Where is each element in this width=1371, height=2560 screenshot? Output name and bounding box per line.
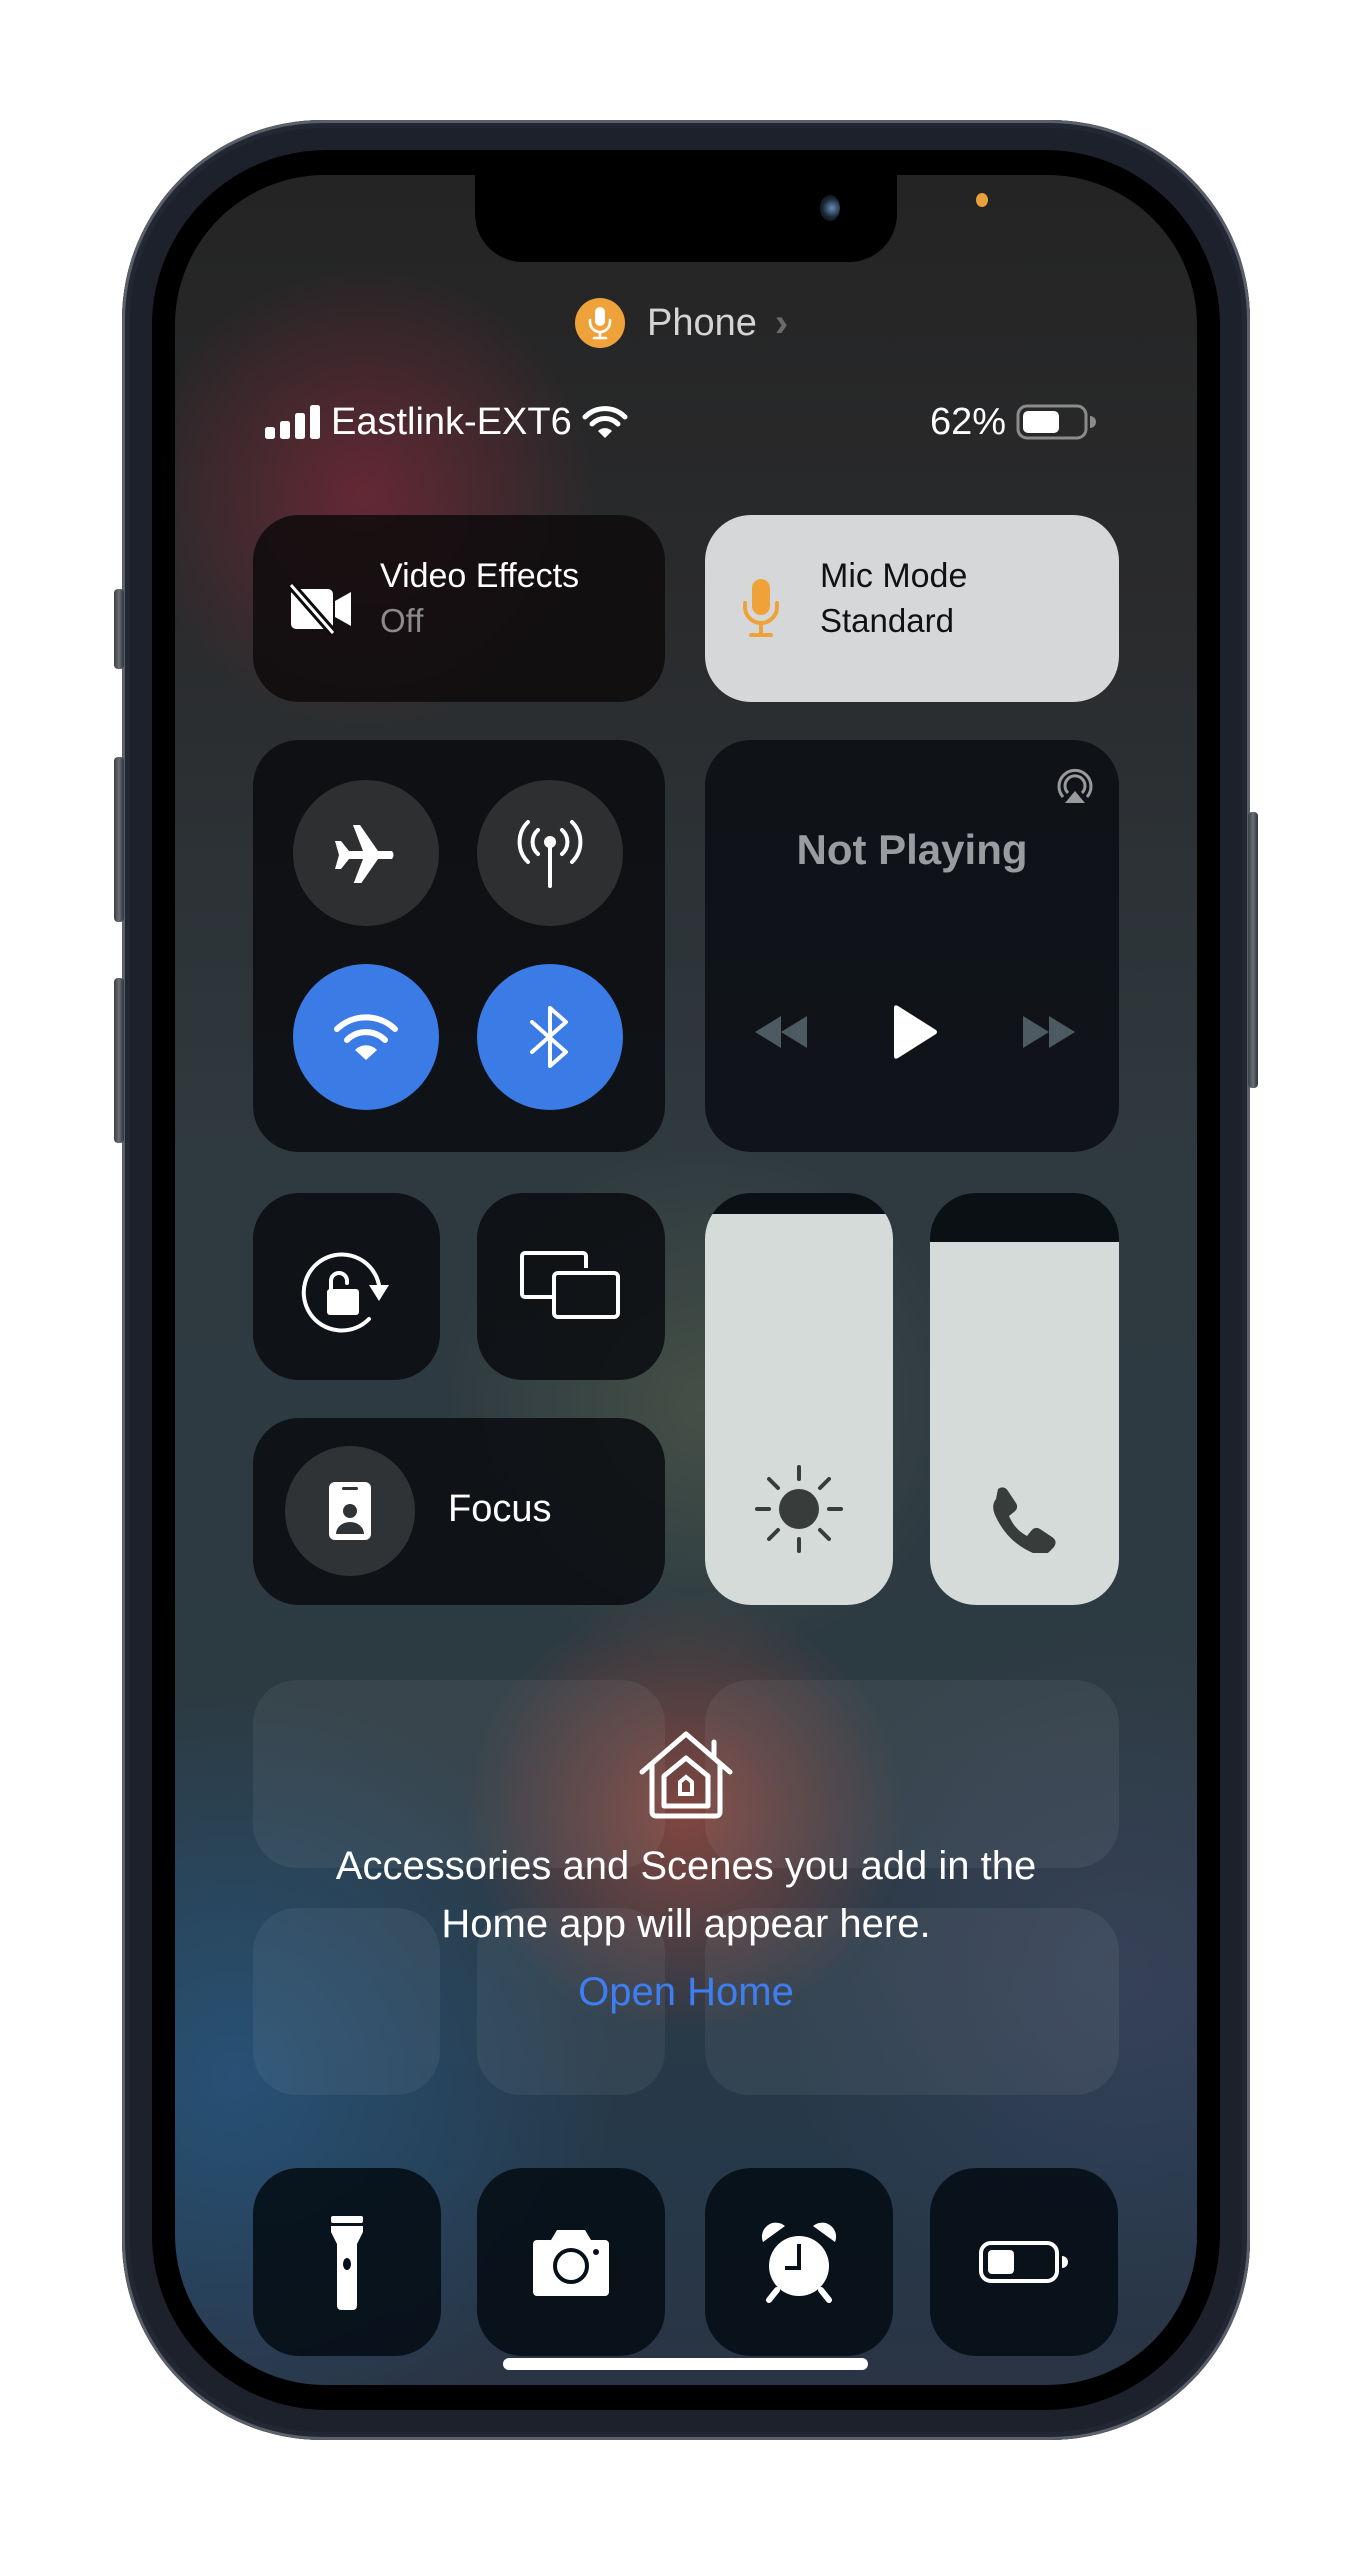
carrier-name: Eastlink-EXT6	[331, 400, 572, 443]
home-indicator[interactable]	[503, 2358, 868, 2370]
forward-icon[interactable]	[1021, 1014, 1077, 1050]
power-button	[1248, 812, 1258, 1088]
airplane-icon	[335, 825, 394, 883]
mic-in-use-indicator-dot	[976, 193, 988, 207]
alarm-clock-icon	[761, 2222, 837, 2303]
mic-icon	[575, 298, 625, 348]
video-effects-title: Video Effects	[380, 557, 580, 595]
battery-icon	[979, 2241, 1068, 2283]
video-effects-status: Off	[380, 602, 424, 639]
volume-up-button	[114, 757, 124, 922]
video-effects-tile[interactable]: Video Effects Off	[253, 515, 665, 702]
focus-tile[interactable]: Focus	[253, 1418, 665, 1605]
battery-icon	[1016, 404, 1097, 440]
cellular-data-toggle[interactable]	[477, 780, 623, 926]
status-bar-left: Eastlink-EXT6	[265, 397, 628, 447]
focus-person-icon	[329, 1482, 371, 1540]
wifi-toggle[interactable]	[293, 964, 439, 1110]
bluetooth-toggle[interactable]	[477, 964, 623, 1110]
mic-mode-title: Mic Mode	[820, 557, 968, 595]
cellular-antenna-icon	[517, 820, 583, 888]
orientation-lock-button[interactable]	[253, 1193, 440, 1380]
app-name: Phone	[647, 301, 757, 344]
volume-down-button	[114, 978, 124, 1143]
battery-percentage: 62%	[930, 400, 1007, 443]
notch	[475, 175, 897, 262]
status-bar-right: 62%	[930, 397, 1097, 447]
home-empty-message: Accessories and Scenes you add in the Ho…	[175, 1837, 1197, 1953]
now-playing-tile[interactable]: Not Playing	[705, 740, 1119, 1152]
airplane-mode-toggle[interactable]	[293, 780, 439, 926]
flashlight-icon	[331, 2216, 363, 2310]
brightness-slider[interactable]	[705, 1193, 893, 1605]
wifi-icon	[334, 1014, 398, 1060]
open-home-link[interactable]: Open Home	[175, 1970, 1197, 2015]
backward-icon[interactable]	[753, 1014, 809, 1050]
mic-in-use-app-indicator[interactable]: Phone ›	[575, 297, 788, 349]
cellular-signal-icon	[265, 405, 320, 439]
connectivity-tile	[253, 740, 665, 1152]
rotation-lock-icon	[301, 1252, 389, 1333]
chevron-right-icon: ›	[774, 300, 789, 345]
camera-icon	[533, 2230, 609, 2296]
airplay-audio-icon[interactable]	[1053, 765, 1097, 809]
home-message-line1: Accessories and Scenes you add in the	[335, 1844, 1037, 1888]
camera-button[interactable]	[477, 2168, 665, 2356]
alarm-button[interactable]	[705, 2168, 893, 2356]
video-slash-icon	[289, 583, 351, 635]
play-icon[interactable]	[890, 1004, 938, 1060]
front-camera	[820, 195, 840, 221]
now-playing-status: Not Playing	[796, 826, 1028, 873]
mic-mode-tile[interactable]: Mic Mode Standard	[705, 515, 1119, 702]
open-home-link-text[interactable]: Open Home	[578, 1970, 794, 2014]
wifi-icon	[582, 406, 628, 438]
focus-label: Focus	[448, 1488, 552, 1530]
sun-icon	[755, 1465, 843, 1553]
flashlight-button[interactable]	[253, 2168, 441, 2356]
control-center-screen: Phone › Eastlink-EXT6 62% Video Effects …	[175, 175, 1197, 2385]
screen-mirroring-button[interactable]	[477, 1193, 665, 1380]
low-power-mode-button[interactable]	[930, 2168, 1118, 2356]
screen-mirroring-icon	[520, 1251, 620, 1319]
mic-mode-value: Standard	[820, 602, 954, 639]
home-icon	[639, 1731, 733, 1819]
volume-slider[interactable]	[930, 1193, 1119, 1605]
mute-switch	[114, 589, 124, 669]
focus-icon-circle	[285, 1446, 415, 1576]
home-message-line2: Home app will appear here.	[441, 1902, 931, 1946]
bluetooth-icon	[530, 1006, 568, 1068]
phone-icon	[993, 1487, 1056, 1553]
mic-icon	[743, 579, 779, 637]
